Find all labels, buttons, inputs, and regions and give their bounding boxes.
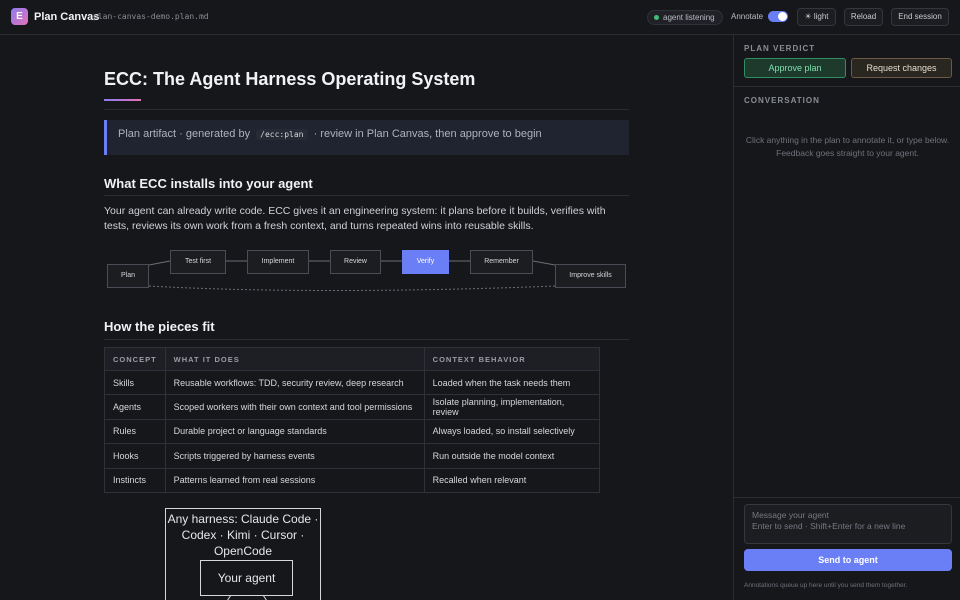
flow-node-label: Verify — [416, 258, 435, 265]
table-cell: Isolate planning, implementation, review — [423, 394, 601, 420]
message-input[interactable] — [744, 504, 952, 544]
column-header: WHAT IT DOES — [164, 347, 425, 371]
harness-label: Any harness: Claude Code · Codex · Kimi … — [167, 512, 319, 558]
verdict-section-label: PLAN VERDICT — [744, 44, 816, 53]
divider — [734, 86, 960, 87]
approve-plan-button[interactable]: Approve plan — [744, 58, 846, 78]
table-cell: Run outside the model context — [423, 443, 601, 469]
flow-node-label: Remember — [484, 258, 519, 265]
end-session-button[interactable]: End session — [891, 8, 949, 26]
annotate-toggle[interactable] — [768, 11, 788, 22]
flow-node-label: Improve skills — [569, 272, 612, 279]
callout-before: Plan artifact · generated by — [118, 128, 251, 140]
table-cell: Durable project or language standards — [164, 418, 425, 445]
divider — [104, 109, 629, 110]
plan-document[interactable]: ECC: The Agent Harness Operating System … — [0, 35, 733, 600]
column-header: CONTEXT BEHAVIOR — [423, 347, 601, 371]
theme-toggle-button[interactable]: ☀ light — [797, 8, 836, 26]
flow-node-label: Implement — [261, 258, 295, 265]
table-header-row: CONCEPT WHAT IT DOES CONTEXT BEHAVIOR — [104, 347, 601, 371]
table-cell: Scripts triggered by harness events — [164, 443, 425, 469]
doc-title[interactable]: ECC: The Agent Harness Operating System — [104, 69, 475, 90]
workflow-diagram[interactable]: Plan Test first Implement Review Verify … — [104, 248, 629, 293]
conversation-empty-hint: Click anything in the plan to annotate i… — [745, 135, 950, 158]
toggle-knob — [778, 12, 787, 21]
review-sidebar: PLAN VERDICT Approve plan Request change… — [733, 35, 960, 600]
table-cell: Recalled when relevant — [423, 467, 601, 493]
section-heading-installs[interactable]: What ECC installs into your agent — [104, 176, 313, 191]
callout-after: · review in Plan Canvas, then approve to… — [313, 128, 542, 140]
divider — [104, 195, 629, 196]
flow-node-label: Test first — [184, 258, 212, 265]
table-row[interactable]: Skills Reusable workflows: TDD, security … — [104, 369, 601, 396]
harness-diagram[interactable]: Any harness: Claude Code · Codex · Kimi … — [165, 508, 321, 600]
plan-callout[interactable]: Plan artifact · generated by /ecc:plan ·… — [104, 120, 629, 155]
status-dot-icon — [654, 15, 659, 20]
send-to-agent-button[interactable]: Send to agent — [744, 549, 952, 571]
divider — [104, 339, 629, 340]
app-title: Plan Canvas — [34, 11, 100, 23]
top-bar: E Plan Canvas plan-canvas-demo.plan.md a… — [0, 0, 960, 35]
table-cell: Scoped workers with their own context an… — [164, 394, 425, 420]
conversation-section-label: CONVERSATION — [744, 96, 820, 105]
table-row[interactable]: Agents Scoped workers with their own cont… — [104, 394, 601, 420]
reload-button[interactable]: Reload — [844, 8, 883, 26]
plan-file-name: plan-canvas-demo.plan.md — [93, 12, 209, 21]
column-header: CONCEPT — [104, 347, 166, 371]
table-cell: Reusable workflows: TDD, security review… — [164, 369, 425, 396]
table-cell: Agents — [104, 394, 166, 420]
table-cell: Skills — [104, 369, 166, 396]
flow-node[interactable]: Test first — [170, 250, 226, 274]
callout-command: /ecc:plan — [256, 129, 308, 140]
annotate-label: Annotate — [731, 12, 764, 21]
table-cell: Always loaded, so install selectively — [423, 418, 601, 445]
app-logo: E — [11, 8, 28, 25]
table-row[interactable]: Rules Durable project or language standar… — [104, 418, 601, 445]
flow-node[interactable]: Remember — [470, 250, 533, 274]
annotations-footnote: Annotations queue up here until you send… — [744, 582, 908, 589]
flow-node[interactable]: Plan — [107, 264, 149, 288]
table-row[interactable]: Instincts Patterns learned from real sess… — [104, 467, 601, 493]
agent-status-text: agent listening — [663, 13, 715, 22]
flow-node[interactable]: Implement — [247, 250, 309, 274]
section-heading-pieces[interactable]: How the pieces fit — [104, 319, 215, 334]
flow-node-highlighted[interactable]: Verify — [402, 250, 449, 274]
table-cell: Rules — [104, 418, 166, 445]
table-cell: Instincts — [104, 467, 166, 493]
flow-node[interactable]: Improve skills — [555, 264, 626, 288]
diagram-connector — [227, 595, 267, 600]
concepts-table[interactable]: CONCEPT WHAT IT DOES CONTEXT BEHAVIOR Sk… — [104, 347, 601, 493]
callout-text: Plan artifact · generated by /ecc:plan ·… — [118, 128, 542, 140]
divider — [734, 497, 960, 498]
table-row[interactable]: Hooks Scripts triggered by harness events… — [104, 443, 601, 469]
agent-node: Your agent — [200, 560, 293, 596]
table-cell: Loaded when the task needs them — [423, 369, 601, 396]
table-cell: Patterns learned from real sessions — [164, 467, 425, 493]
section-paragraph[interactable]: Your agent can already write code. ECC g… — [104, 204, 629, 234]
flow-node[interactable]: Review — [330, 250, 381, 274]
table-cell: Hooks — [104, 443, 166, 469]
flow-node-label: Review — [344, 258, 367, 265]
request-changes-button[interactable]: Request changes — [851, 58, 952, 78]
title-accent-bar — [104, 99, 141, 101]
flow-node-label: Plan — [120, 272, 135, 279]
agent-status-badge: agent listening — [647, 10, 723, 25]
